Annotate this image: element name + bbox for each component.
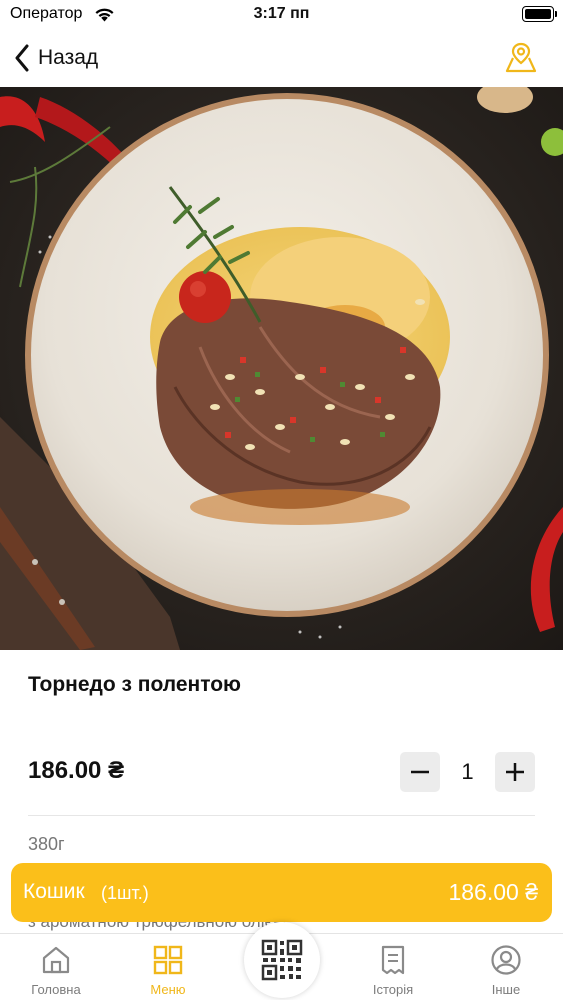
clock: 3:17 пп <box>253 5 310 22</box>
back-button[interactable]: Назад <box>14 42 98 74</box>
plus-icon <box>506 763 524 781</box>
navigation-bar: Назад <box>0 30 563 87</box>
tab-other[interactable]: Інше <box>450 934 562 1000</box>
dish-illustration <box>0 87 563 650</box>
qr-code-button[interactable] <box>244 922 320 998</box>
product-price: 186.00 ₴ <box>28 757 125 784</box>
quantity-stepper: 1 <box>400 752 535 792</box>
increase-quantity-button[interactable] <box>495 752 535 792</box>
quantity-value: 1 <box>461 759 474 784</box>
cart-label: Кошик <box>23 880 85 903</box>
tab-label: Інше <box>491 982 521 997</box>
divider <box>28 815 535 816</box>
minus-icon <box>411 770 429 774</box>
tab-history[interactable]: Історія <box>337 934 449 1000</box>
tab-label: Головна <box>31 982 81 997</box>
qr-code-icon <box>261 939 303 981</box>
product-weight: 380г <box>28 834 65 854</box>
product-title: Торнедо з полентою <box>28 673 241 696</box>
profile-icon <box>491 945 521 975</box>
home-icon <box>42 946 70 974</box>
tab-label: Меню <box>150 982 186 997</box>
battery-icon <box>522 6 557 22</box>
tab-label: Історія <box>372 982 414 997</box>
receipt-icon <box>381 945 405 975</box>
product-photo <box>0 87 563 650</box>
map-location-button[interactable] <box>503 40 539 76</box>
decrease-quantity-button[interactable] <box>400 752 440 792</box>
tab-home[interactable]: Головна <box>0 934 112 1000</box>
status-bar: Оператор 3:17 пп <box>0 0 563 30</box>
cart-total: 186.00 ₴ <box>448 879 538 905</box>
cart-button[interactable]: Кошик (1шт.) 186.00 ₴ <box>11 863 552 922</box>
map-pin-icon <box>505 42 537 73</box>
tab-menu[interactable]: Меню <box>112 934 224 1000</box>
back-label: Назад <box>38 46 99 69</box>
menu-grid-icon <box>153 945 183 975</box>
tab-bar: Головна Меню Історія Інше <box>0 922 563 1000</box>
cart-item-count: (1шт.) <box>101 883 149 903</box>
chevron-left-icon <box>15 44 29 72</box>
